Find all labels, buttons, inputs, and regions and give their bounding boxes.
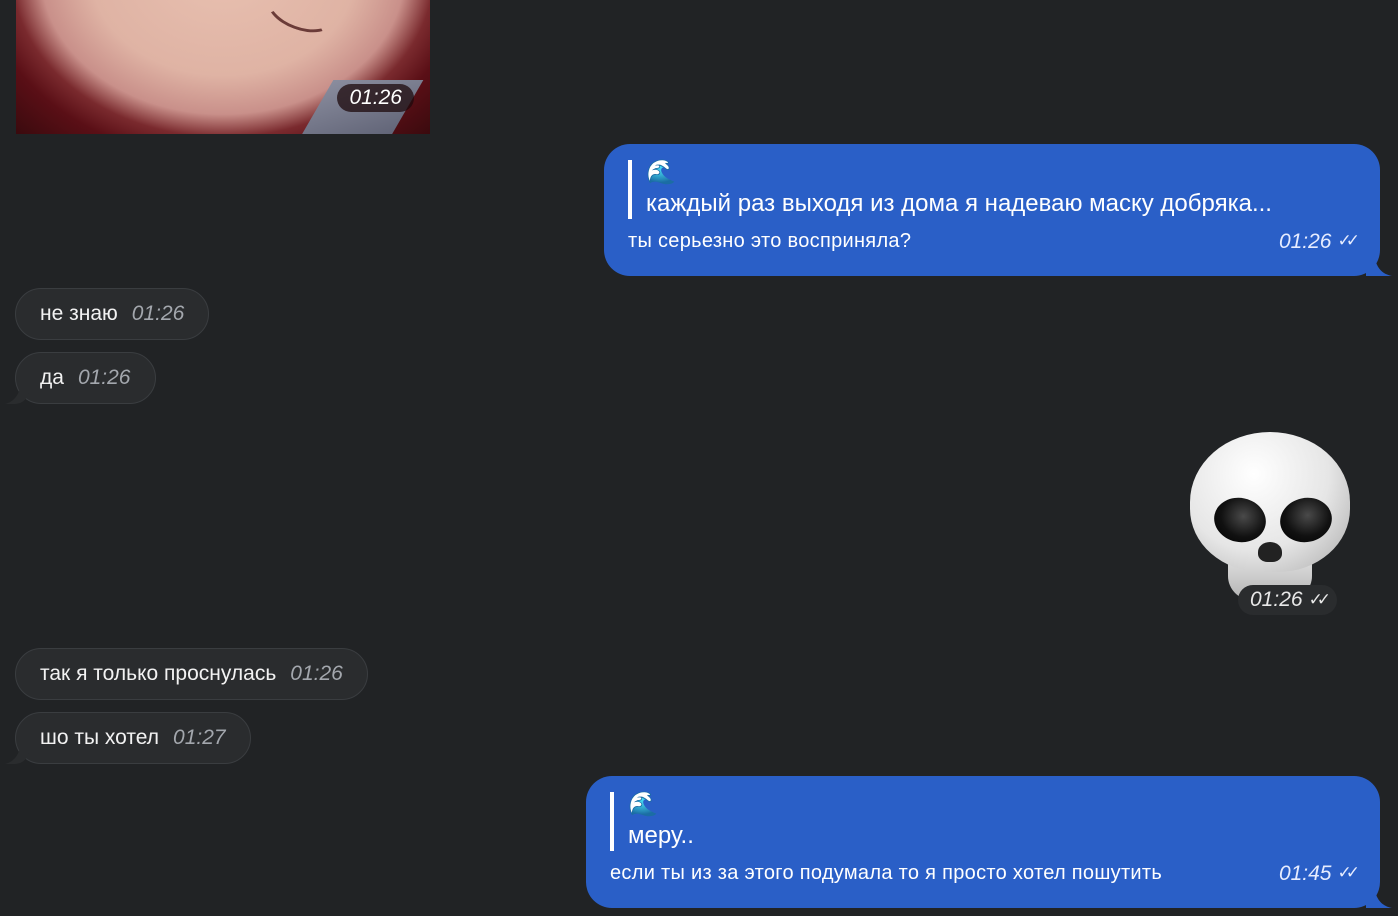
outgoing-message[interactable]: 🌊 каждый раз выходя из дома я надеваю ма… — [604, 144, 1380, 276]
incoming-message[interactable]: шо ты хотел 01:27 — [15, 712, 251, 764]
wave-emoji-icon: 🌊 — [628, 791, 658, 818]
message-text: не знаю — [40, 302, 118, 326]
double-check-icon: ✓✓ — [1337, 863, 1360, 883]
wave-emoji-icon: 🌊 — [646, 159, 676, 186]
double-check-icon: ✓✓ — [1337, 231, 1360, 251]
reply-quote[interactable]: 🌊 каждый раз выходя из дома я надеваю ма… — [628, 159, 1354, 219]
incoming-message[interactable]: да 01:26 — [15, 352, 156, 404]
reply-text: меру.. — [628, 822, 694, 849]
incoming-message[interactable]: так я только проснулась 01:26 — [15, 648, 368, 700]
message-text: если ты из за этого подумала то я просто… — [610, 862, 1163, 885]
message-time: 01:26 — [337, 84, 414, 112]
message-text: да — [40, 366, 64, 390]
outgoing-message[interactable]: 🌊 меру.. если ты из за этого подумала то… — [586, 776, 1380, 908]
message-time: 01:26 — [290, 662, 343, 686]
message-time: 01:26 — [77, 366, 131, 390]
image-message[interactable]: 01:26 — [16, 0, 430, 134]
message-time: 01:26 — [131, 302, 185, 326]
reply-text: каждый раз выходя из дома я надеваю маск… — [646, 190, 1272, 217]
message-time: 01:27 — [173, 726, 226, 750]
reply-quote[interactable]: 🌊 меру.. — [610, 791, 1354, 851]
image-detail — [261, 0, 341, 41]
message-time: 01:26 — [1278, 229, 1332, 253]
chat-history[interactable]: 01:26 🌊 каждый раз выходя из дома я наде… — [0, 0, 1398, 916]
incoming-message[interactable]: не знаю 01:26 — [15, 288, 210, 340]
message-time: 01:26 — [1250, 588, 1303, 611]
image-detail — [130, 0, 202, 20]
message-text: так я только проснулась — [40, 662, 277, 686]
double-check-icon: ✓✓ — [1308, 590, 1331, 609]
skull-nose — [1258, 542, 1282, 562]
message-text: шо ты хотел — [40, 726, 160, 750]
message-text: ты серьезно это восприняла? — [628, 230, 912, 253]
message-time: 01:45 — [1278, 861, 1332, 885]
sticker-time-badge: 01:26 ✓✓ — [1238, 585, 1338, 615]
